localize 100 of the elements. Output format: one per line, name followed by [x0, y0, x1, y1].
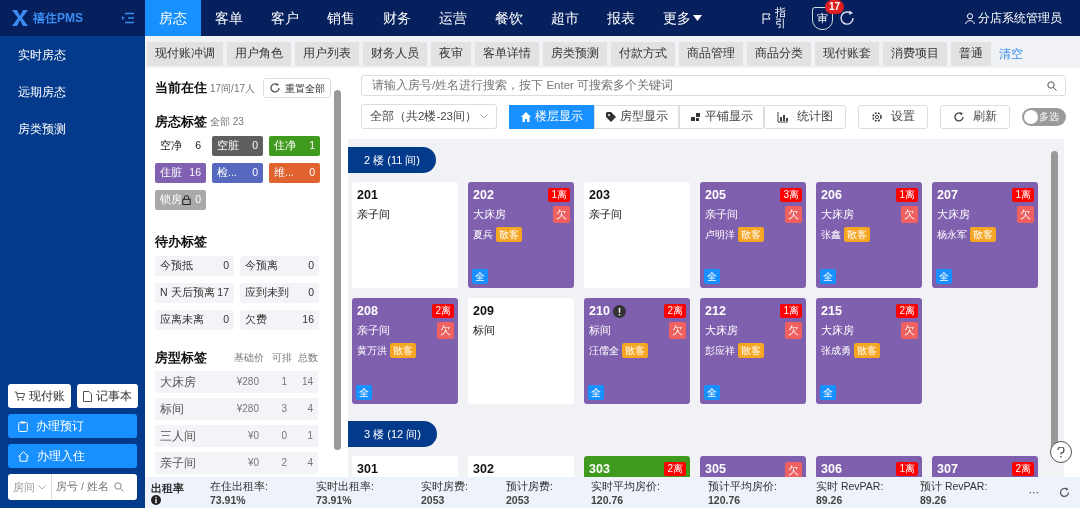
- refresh-icon: [269, 82, 281, 94]
- open-tab[interactable]: 商品管理: [679, 42, 743, 66]
- view-tab[interactable]: 房型显示: [594, 104, 680, 129]
- status-tag[interactable]: 空脏 0: [212, 135, 263, 156]
- stat-value: 73.91%: [316, 492, 353, 507]
- nav-tab[interactable]: 餐饮: [481, 0, 537, 36]
- nav-tab[interactable]: 更多: [649, 0, 716, 36]
- toolbar-button[interactable]: 设置: [858, 104, 929, 129]
- todo-tag[interactable]: 应到未到 0: [240, 283, 319, 303]
- full-payment-badge: 全: [704, 385, 720, 401]
- open-tab[interactable]: 夜审: [431, 42, 471, 66]
- room-card[interactable]: 205 亲子间 3离 欠 卢明洋 散客 全: [700, 182, 806, 289]
- open-tab[interactable]: 付款方式: [611, 42, 675, 66]
- stat-label: 实时出租率:: [316, 478, 375, 493]
- brand-name: 禧住PMS: [33, 10, 83, 27]
- status-tag[interactable]: 住脏 16: [155, 162, 206, 183]
- notebook-button[interactable]: 记事本: [77, 384, 138, 408]
- guest-type-badge: 散客: [738, 227, 764, 243]
- nav-tab[interactable]: 客单: [201, 0, 257, 36]
- room-card[interactable]: 207 大床房 1离 欠 杨永军 散客 全: [932, 182, 1038, 289]
- nav-tab[interactable]: 超市: [537, 0, 593, 36]
- departure-badge: 3离: [780, 188, 802, 203]
- search-icon[interactable]: [1047, 80, 1057, 91]
- stat-value: 89.26: [816, 492, 844, 507]
- open-tab[interactable]: 商品分类: [747, 42, 811, 66]
- room-card[interactable]: 306 1离: [816, 456, 922, 477]
- refresh-icon[interactable]: [1059, 487, 1070, 498]
- room-card[interactable]: 203 亲子间: [584, 182, 690, 289]
- stat-label: 在住出租率:: [210, 478, 269, 493]
- room-type-row[interactable]: 三人间 ¥0 0 1: [155, 424, 318, 447]
- departure-badge: 2离: [896, 304, 918, 319]
- todo-tag[interactable]: 今预抵 0: [155, 256, 234, 276]
- cash-account-button[interactable]: 现付账: [8, 384, 71, 408]
- owing-badge: 欠: [1017, 206, 1034, 224]
- room-type-row[interactable]: 大床房 ¥280 1 14: [155, 370, 318, 393]
- collapse-menu-icon[interactable]: [121, 12, 135, 24]
- open-tab[interactable]: 用户角色: [227, 42, 291, 66]
- room-type: 亲子间: [705, 207, 738, 223]
- nav-tab[interactable]: 客户: [257, 0, 313, 36]
- room-card[interactable]: 208 亲子间 2离 欠 黄万洪 散客 全: [352, 298, 458, 405]
- sidebar-item[interactable]: 远期房态: [0, 73, 145, 110]
- status-tag[interactable]: 住净 1: [269, 135, 320, 156]
- nav-tab[interactable]: 报表: [593, 0, 649, 36]
- nav-tab[interactable]: 销售: [313, 0, 369, 36]
- todo-tag[interactable]: 欠费 16: [240, 310, 319, 330]
- room-type-row[interactable]: 标间 ¥280 3 4: [155, 397, 318, 420]
- flag-icon[interactable]: [762, 12, 772, 24]
- guest-name: 黄万洪: [357, 344, 387, 359]
- settings-icon: [871, 110, 884, 123]
- toolbar-button[interactable]: 统计图: [764, 104, 847, 129]
- open-tab[interactable]: 消费项目: [883, 42, 947, 66]
- more-button[interactable]: ···: [1028, 484, 1039, 501]
- open-tab[interactable]: 财务人员: [363, 42, 427, 66]
- sidebar-item[interactable]: 实时房态: [0, 36, 145, 73]
- status-tag[interactable]: 检... 0: [212, 162, 263, 183]
- room-card[interactable]: 212 大床房 1离 欠 彭应祥 散客 全: [700, 298, 806, 405]
- room-card[interactable]: 307 2离: [932, 456, 1038, 477]
- todo-tag[interactable]: N 天后预离 17: [155, 283, 234, 303]
- sidebar-item[interactable]: 房类预测: [0, 110, 145, 147]
- room-card[interactable]: 206 大床房 1离 欠 张鑫 散客 全: [816, 182, 922, 289]
- floor-filter-dropdown[interactable]: 全部（共2楼-23间）: [361, 104, 498, 130]
- room-number: 307: [937, 461, 958, 477]
- open-tab[interactable]: 现付账冲调: [147, 42, 223, 66]
- nav-tab[interactable]: 财务: [369, 0, 425, 36]
- search-field[interactable]: 房号 / 姓名: [52, 474, 137, 500]
- room-card[interactable]: 215 大床房 2离 欠 张成勇 散客 全: [816, 298, 922, 405]
- open-tab[interactable]: 客单详情: [475, 42, 539, 66]
- room-card[interactable]: 202 大床房 1离 欠 夏兵 散客 全: [468, 182, 574, 289]
- room-card[interactable]: 201 亲子间: [352, 182, 458, 289]
- status-total: 全部 23: [210, 115, 244, 130]
- floor-header: 3 楼 (12 间): [348, 421, 437, 448]
- room-card[interactable]: 303 2离: [584, 456, 690, 477]
- departure-badge: 1离: [896, 462, 918, 477]
- nav-tab[interactable]: 运营: [425, 0, 481, 36]
- open-tab[interactable]: 现付账套: [815, 42, 879, 66]
- room-type: 大床房: [705, 323, 738, 339]
- departure-badge: 2离: [664, 304, 686, 319]
- room-number: 203: [589, 187, 610, 205]
- room-type-row[interactable]: 亲子间 ¥0 2 4: [155, 451, 318, 474]
- status-tag[interactable]: 维... 0: [269, 162, 320, 183]
- room-card[interactable]: 305 欠: [700, 456, 806, 477]
- stat-label: 实时房费:: [421, 478, 469, 493]
- room-card[interactable]: 209 标间: [468, 298, 574, 405]
- open-tab[interactable]: 用户列表: [295, 42, 359, 66]
- scrollbar[interactable]: [334, 90, 341, 450]
- view-tab[interactable]: 平铺显示: [679, 104, 765, 129]
- reset-button[interactable]: 重置全部: [263, 78, 331, 98]
- guest-name: 杨永军: [937, 228, 967, 243]
- user-name[interactable]: 分店系统管理员: [978, 9, 1062, 27]
- room-card[interactable]: 302: [468, 456, 574, 477]
- todo-tag[interactable]: 今预离 0: [240, 256, 319, 276]
- room-card[interactable]: 210 标间 2离 欠 汪儒全 散客 全: [584, 298, 690, 405]
- guest-type-badge: 散客: [496, 227, 522, 243]
- room-card[interactable]: 301: [352, 456, 458, 477]
- open-tab[interactable]: 普通: [951, 42, 991, 66]
- search-icon[interactable]: [114, 482, 124, 492]
- toolbar-button[interactable]: 刷新: [940, 104, 1011, 129]
- todo-tag[interactable]: 应离未离 0: [155, 310, 234, 330]
- guide-link[interactable]: 指引: [775, 7, 786, 29]
- open-tab[interactable]: 房类预测: [543, 42, 607, 66]
